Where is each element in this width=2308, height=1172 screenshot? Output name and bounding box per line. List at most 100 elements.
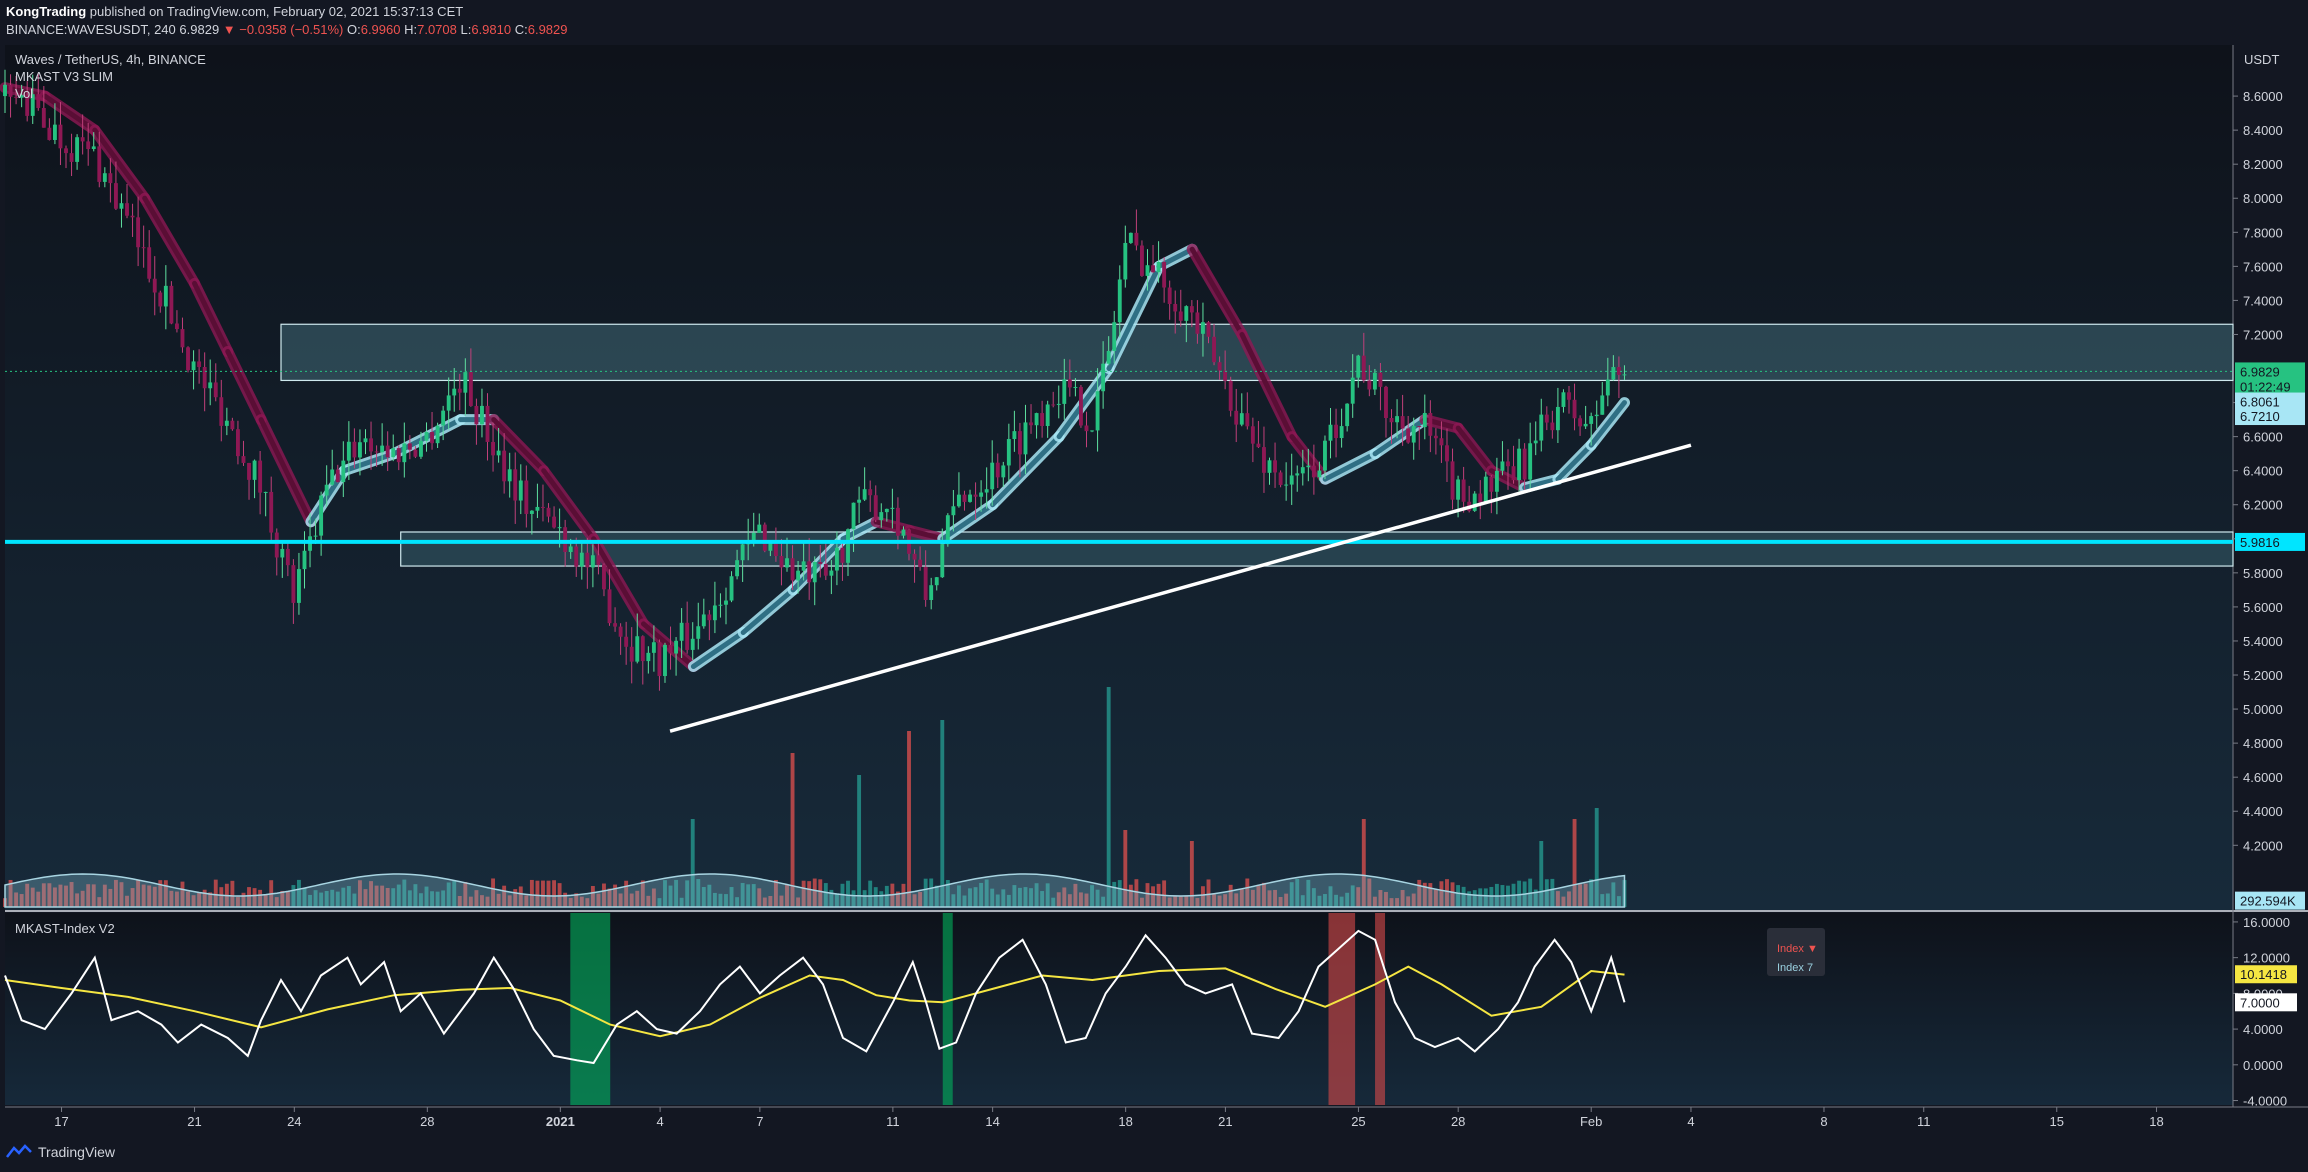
candle-body: [297, 569, 301, 603]
candle-body: [1262, 447, 1266, 473]
index-highlight: [942, 913, 953, 1105]
price-tick-label: 5.0000: [2243, 702, 2283, 717]
price-tick-label: 5.8000: [2243, 566, 2283, 581]
index-pane[interactable]: [5, 913, 2233, 1105]
footer-brand[interactable]: TradingView: [6, 1144, 115, 1160]
candle-body: [624, 636, 629, 647]
candle-body: [818, 562, 823, 564]
candle-body: [1295, 473, 1300, 476]
candle-body: [635, 636, 640, 662]
candle-body: [840, 547, 845, 563]
candle-body: [457, 388, 462, 393]
time-tick-label: 15: [2050, 1114, 2064, 1129]
candle-body: [1506, 461, 1510, 467]
candle-body: [1561, 392, 1566, 407]
price-tick-label: 4.8000: [2243, 736, 2283, 751]
price-tick-label: 7.4000: [2243, 293, 2283, 308]
candle-body: [962, 494, 967, 502]
candle-body: [1445, 445, 1449, 462]
candle-body: [712, 605, 717, 621]
candle-body: [1062, 379, 1067, 404]
candle-body: [823, 563, 828, 576]
candle-body: [579, 552, 584, 567]
candle-body: [574, 546, 579, 567]
time-tick-label: 2021: [546, 1114, 575, 1129]
candle-body: [1001, 465, 1006, 478]
candle-body: [541, 506, 545, 508]
candle-body: [435, 425, 440, 444]
candle-body: [413, 449, 418, 457]
candle-body: [1178, 311, 1183, 321]
candle-body: [873, 495, 878, 521]
candle-body: [430, 432, 434, 444]
candle-body: [929, 585, 934, 601]
price-tick-label: 6.6000: [2243, 430, 2283, 445]
candle-body: [979, 492, 984, 497]
candle-body: [402, 443, 407, 463]
chart-canvas[interactable]: 8.6000 8.4000 8.2000 8.0000 7.8000 7.6000 7.40…: [0, 0, 2308, 1172]
candle-body: [1572, 399, 1577, 419]
price-label-text: 01:22:49: [2240, 379, 2291, 394]
candle-body: [1361, 355, 1366, 381]
candle-body: [1223, 370, 1228, 381]
candle-body: [613, 623, 618, 627]
candle-body: [452, 388, 457, 396]
candle-body: [441, 410, 446, 426]
price-tick-label: 8.0000: [2243, 191, 2283, 206]
candle-body: [463, 372, 468, 393]
candle-body: [169, 285, 174, 324]
candle-body: [1372, 372, 1377, 390]
candle-body: [358, 442, 362, 458]
candle-body: [679, 622, 684, 641]
candle-body: [1406, 428, 1411, 443]
candle-body: [968, 494, 972, 502]
candle-body: [701, 614, 706, 627]
candle-body: [1550, 422, 1555, 431]
candle-body: [718, 604, 723, 606]
candle-body: [1151, 265, 1155, 273]
price-tick-label: 7.2000: [2243, 327, 2283, 342]
candle-body: [1273, 460, 1277, 473]
candle-body: [102, 173, 107, 182]
candle-body: [1356, 355, 1361, 378]
candle-body: [1140, 245, 1144, 276]
candle-body: [1117, 279, 1122, 323]
candle-body: [663, 644, 667, 677]
candle-body: [1317, 470, 1322, 478]
candle-body: [274, 532, 279, 558]
candle-body: [945, 515, 950, 545]
tradingview-logo-icon: [6, 1144, 32, 1158]
candle-body: [1411, 426, 1416, 443]
index-label-text: 10.1418: [2240, 967, 2287, 982]
candle-body: [468, 372, 473, 406]
index-tick-label: 12.0000: [2243, 951, 2290, 966]
index-pane-title: MKAST-Index V2: [15, 921, 115, 936]
candle-body: [1289, 475, 1294, 485]
candle-body: [1483, 476, 1488, 503]
tooltip-line-1: Index ▼: [1777, 943, 1818, 955]
candle-body: [485, 405, 490, 442]
candle-body: [1245, 413, 1250, 427]
candle-body: [52, 124, 57, 140]
candle-body: [319, 495, 324, 536]
candle-body: [1123, 242, 1128, 280]
time-tick-label: 4: [1687, 1114, 1694, 1129]
candle-body: [152, 278, 157, 293]
candle-body: [607, 589, 612, 624]
candle-body: [1101, 363, 1106, 392]
candle-body: [1428, 412, 1433, 436]
candle-body: [735, 560, 740, 577]
index-tooltip[interactable]: Index ▼ Index 7: [1767, 928, 1825, 976]
candle-body: [1517, 448, 1522, 481]
candle-body: [330, 469, 335, 485]
candle-body: [513, 469, 518, 501]
candle-body: [779, 556, 784, 568]
time-tick-label: 24: [287, 1114, 301, 1129]
candle-body: [1400, 416, 1405, 429]
price-tick-label: 8.4000: [2243, 123, 2283, 138]
time-tick-label: 21: [187, 1114, 201, 1129]
candle-body: [91, 146, 96, 149]
candle-body: [1489, 476, 1494, 492]
candle-body: [1029, 422, 1033, 426]
candle-body: [590, 555, 595, 568]
